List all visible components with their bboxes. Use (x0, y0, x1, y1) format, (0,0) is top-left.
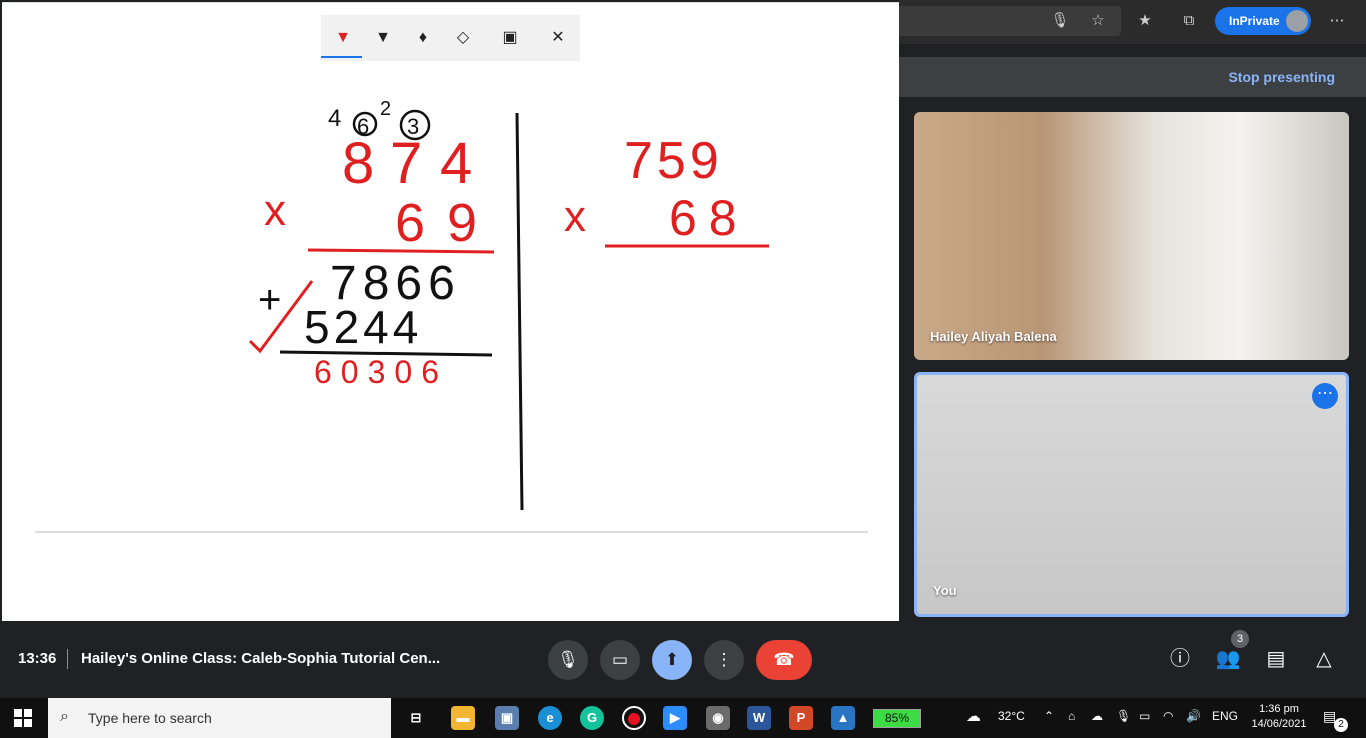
app-icon[interactable]: ▣ (495, 706, 519, 730)
wifi-icon[interactable]: ◠ (1163, 709, 1173, 723)
activities-icon[interactable]: △ (1311, 646, 1337, 672)
search-placeholder: Type here to search (88, 710, 212, 726)
clock-time: 1:36 pm (1259, 703, 1299, 715)
top-digit: 4 (440, 131, 472, 196)
task-view-icon[interactable]: ⊟ (404, 706, 428, 730)
microphone-tray-icon[interactable]: 🎙 (1116, 709, 1131, 723)
carry-digit: 4 (328, 105, 341, 132)
show-hidden-icons-icon[interactable]: ⌃ (1044, 709, 1054, 723)
top-digit: 8 (342, 131, 374, 196)
inprivate-button[interactable]: InPrivate (1215, 7, 1311, 35)
record-icon[interactable] (622, 706, 646, 730)
microphone-button[interactable]: 🎙 (548, 640, 588, 680)
info-icon[interactable]: ⓘ (1167, 646, 1193, 672)
temperature[interactable]: 32°C (998, 709, 1025, 723)
partial-product: 5244 (304, 301, 422, 353)
file-explorer-icon[interactable]: ▬ (451, 706, 475, 730)
result: 60306 (314, 354, 448, 390)
clock-date: 14/06/2021 (1251, 718, 1307, 730)
system-clock[interactable]: 1:36 pm 14/06/2021 (1250, 702, 1308, 732)
chat-icon[interactable]: ▤ (1263, 646, 1289, 672)
times-sign: x (264, 186, 286, 235)
microphone-icon: 🎙 (557, 650, 579, 669)
search-icon: ⌕ (60, 708, 69, 725)
camera-app-icon[interactable]: ◉ (706, 706, 730, 730)
leave-call-button[interactable]: ☎ (756, 640, 812, 680)
camera-button[interactable]: ▭ (600, 640, 640, 680)
presenting-bar: Stop presenting (899, 57, 1366, 97)
hangup-icon: ☎ (773, 650, 795, 669)
participant-tile[interactable]: Hailey Aliyah Balena (914, 112, 1349, 360)
favorites-icon[interactable]: ★ (1134, 10, 1156, 32)
notification-badge: 2 (1334, 718, 1348, 732)
camera-icon: ▭ (611, 650, 629, 669)
edge-browser-icon[interactable]: e (538, 706, 562, 730)
add-favorite-icon[interactable]: ☆ (1087, 10, 1109, 32)
onedrive-icon[interactable]: ☁ (1091, 709, 1103, 723)
usb-icon[interactable]: ⌂ (1068, 709, 1075, 723)
browser-chrome: 🎙 ☆ ★ ⧉ InPrivate ⋯ (899, 0, 1366, 44)
photos-icon[interactable]: ▲ (831, 706, 855, 730)
self-tile[interactable]: ⋯ You (914, 372, 1349, 617)
collections-icon[interactable]: ⧉ (1178, 10, 1200, 32)
language-indicator[interactable]: ENG (1212, 709, 1238, 723)
present-icon: ⬆ (664, 650, 680, 669)
battery-indicator[interactable]: 85% (873, 709, 921, 728)
stop-presenting-button[interactable]: Stop presenting (1228, 69, 1335, 85)
multiplier: 68 (669, 190, 749, 246)
meet-control-bar: 13:36 Hailey's Online Class: Caleb-Sophi… (0, 621, 1366, 698)
plus-sign: + (258, 278, 281, 322)
times-sign: x (564, 192, 586, 241)
more-menu-icon[interactable]: ⋯ (1326, 10, 1348, 32)
weather-icon[interactable]: ☁ (966, 707, 981, 725)
word-icon[interactable]: W (747, 706, 771, 730)
people-icon[interactable]: 👥 (1215, 646, 1241, 672)
profile-avatar (1286, 10, 1308, 32)
participant-name: You (933, 583, 957, 598)
participant-name: Hailey Aliyah Balena (930, 329, 1057, 344)
battery-tray-icon[interactable]: ▭ (1139, 709, 1150, 723)
underline (307, 248, 495, 254)
multiplier-digit: 6 (395, 193, 425, 253)
microphone-icon[interactable]: 🎙 (1049, 10, 1071, 32)
divider (67, 649, 68, 669)
more-vertical-icon: ⋮ (715, 650, 733, 669)
grammarly-icon[interactable]: G (580, 706, 604, 730)
powerpoint-icon[interactable]: P (789, 706, 813, 730)
inprivate-label: InPrivate (1229, 14, 1280, 28)
volume-icon[interactable]: 🔊 (1186, 709, 1201, 723)
whiteboard-canvas[interactable]: ▼ ▼ ♦ ◇ ▣ ✕ 4 6 2 3 8 7 4 x 6 9 7866 + 5… (2, 2, 899, 621)
top-number: 759 (624, 132, 723, 190)
zoom-icon[interactable]: ▶ (663, 706, 687, 730)
windows-taskbar: ⌕ Type here to search ⊟ ▬ ▣ e G ▶ ◉ W P … (0, 698, 1366, 738)
meeting-clock: 13:36 (18, 650, 57, 667)
more-options-button[interactable]: ⋯ (1312, 383, 1338, 409)
taskbar-search-box[interactable]: ⌕ Type here to search (48, 698, 391, 738)
meeting-title: Hailey's Online Class: Caleb-Sophia Tuto… (81, 650, 441, 667)
handwriting-layer: 4 6 2 3 8 7 4 x 6 9 7866 + 5244 60306 75… (35, 98, 868, 533)
more-options-button[interactable]: ⋮ (704, 640, 744, 680)
windows-start-icon[interactable] (14, 709, 32, 727)
multiplier-digit: 9 (447, 193, 477, 253)
divider-line (515, 112, 524, 511)
carry-digit: 2 (380, 98, 391, 120)
present-screen-button[interactable]: ⬆ (652, 640, 692, 680)
top-digit: 7 (390, 131, 422, 196)
